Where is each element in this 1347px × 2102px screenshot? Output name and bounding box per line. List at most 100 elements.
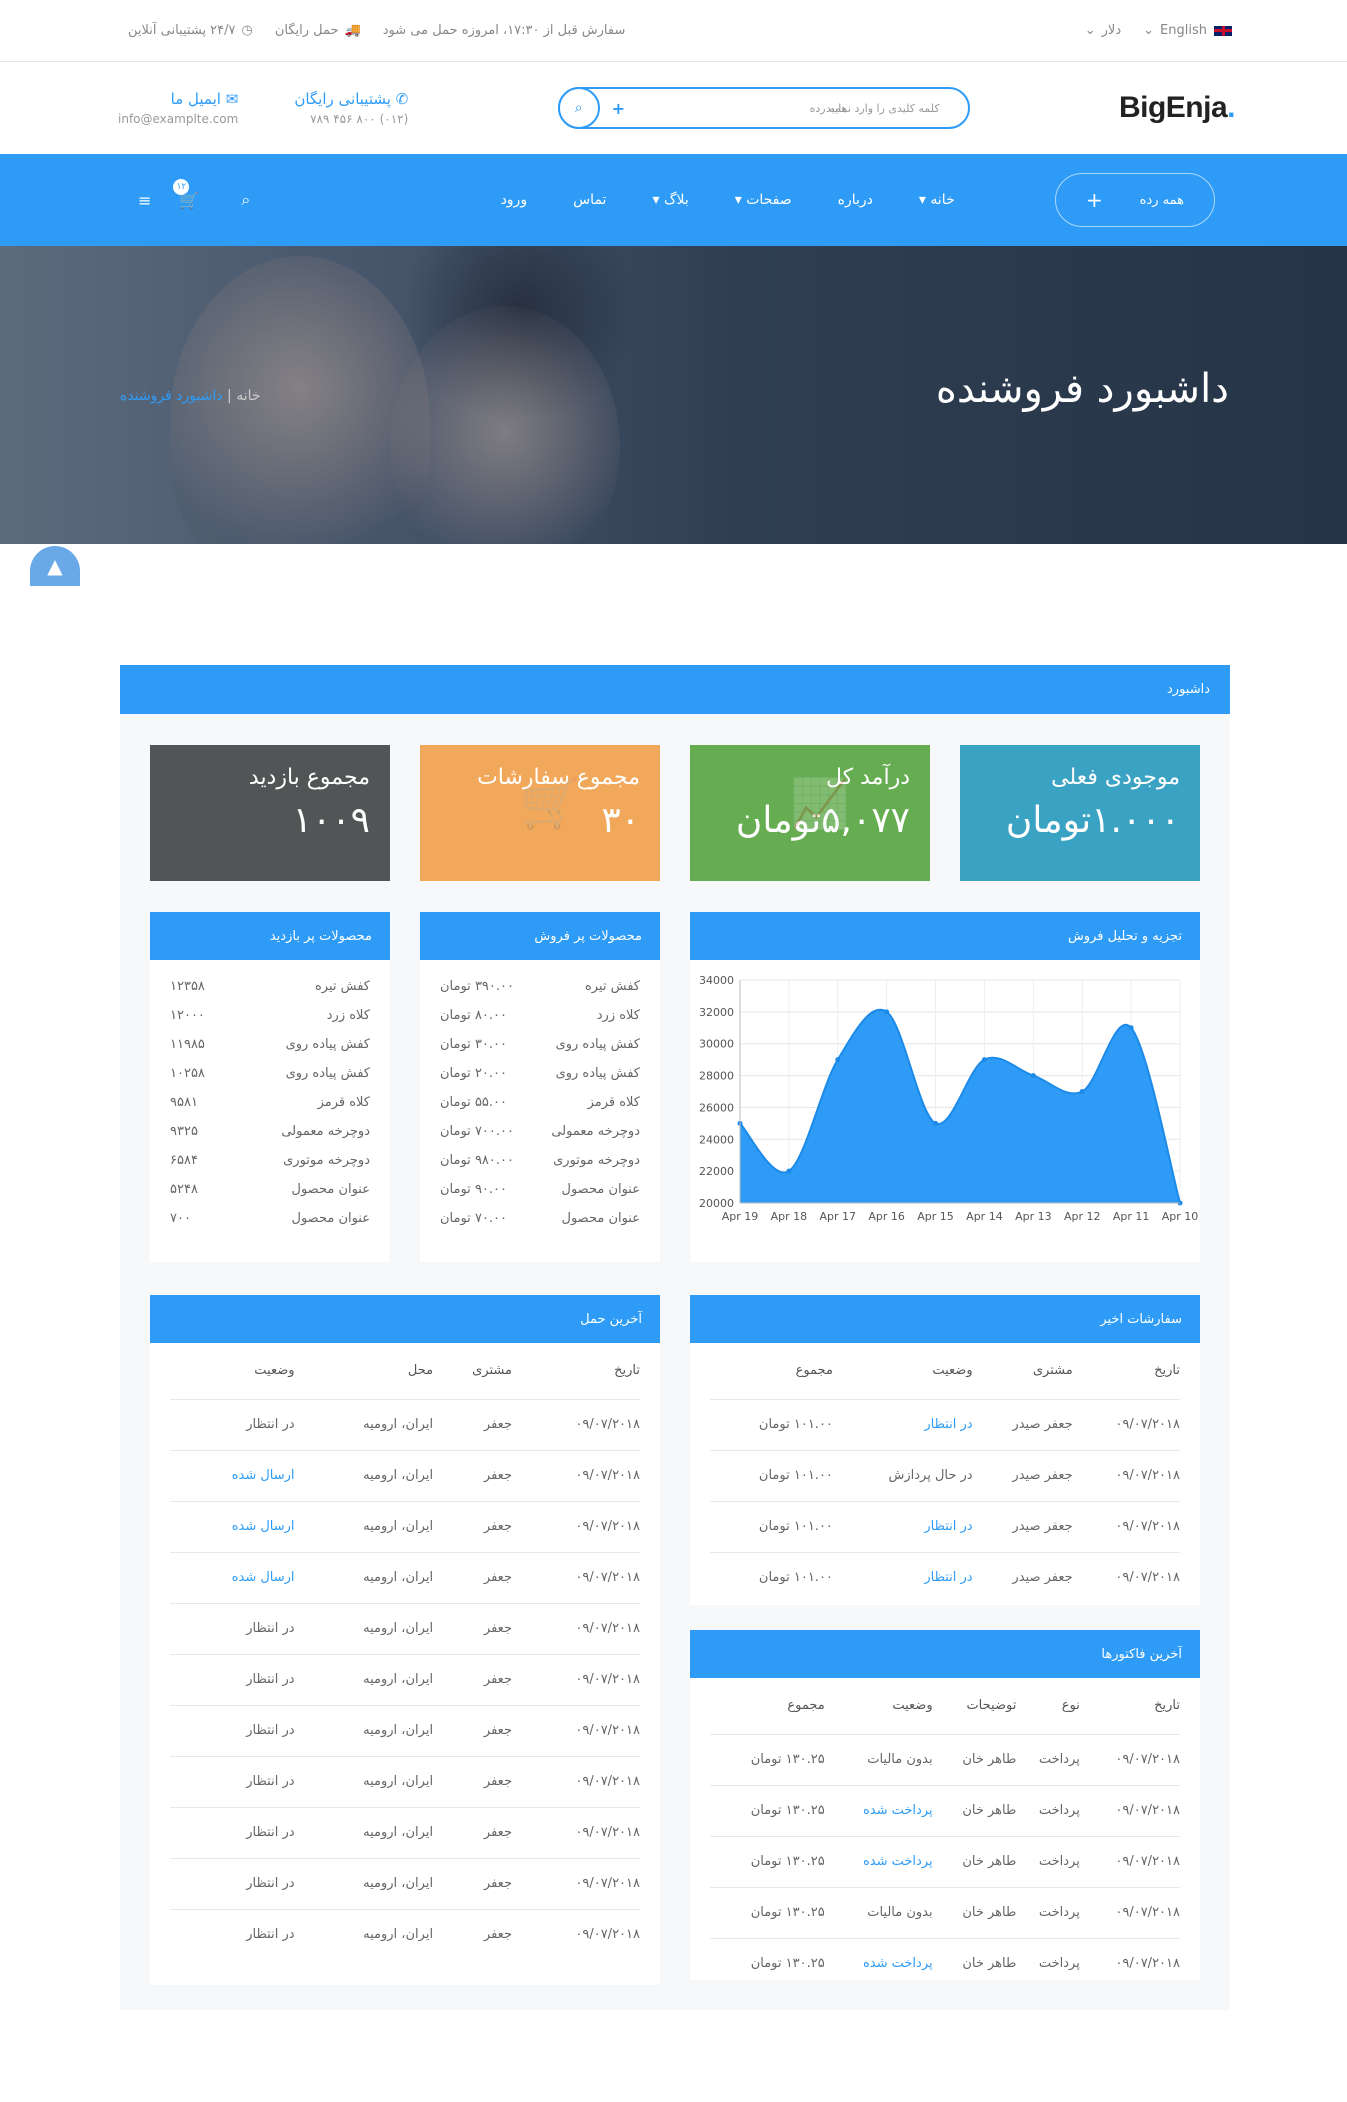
rocket-icon[interactable]: ▲ bbox=[30, 546, 80, 586]
list-item[interactable]: کفش پیاده روی ۱۰۲۵۸ bbox=[170, 1059, 370, 1088]
all-categories-button[interactable]: همه رده + bbox=[1055, 173, 1215, 227]
table-cell: ۱۳۰.۲۵ تومان bbox=[710, 1835, 825, 1887]
product-value: ۵۲۴۸ bbox=[170, 1182, 198, 1197]
status-cell[interactable]: ارسال شده bbox=[170, 1551, 295, 1603]
table-cell: جعفر bbox=[433, 1806, 512, 1858]
currency-selector[interactable]: ⌄ دلار bbox=[1085, 23, 1121, 38]
table-cell: ۰۹/۰۷/۲۰۱۸ bbox=[1079, 1886, 1180, 1938]
search-bar[interactable]: کلمه کلیدی را وارد نمایید همه رده + ⌕ bbox=[557, 87, 970, 129]
table-row[interactable]: ۰۹/۰۷/۲۰۱۸ جعفر ایران، ارومیه در انتظار bbox=[170, 1704, 640, 1756]
cart-icon[interactable]: 🛒 ۱۲ bbox=[173, 178, 199, 210]
table-cell: ایران، ارومیه bbox=[294, 1398, 434, 1450]
list-item[interactable]: عنوان محصول ۹۰.۰۰ تومان bbox=[440, 1175, 640, 1204]
table-row[interactable]: ۰۹/۰۷/۲۰۱۸ جعفر ایران، ارومیه در انتظار bbox=[170, 1908, 640, 1960]
status-cell[interactable]: ارسال شده bbox=[170, 1500, 295, 1552]
table-cell: ۱۳۰.۲۵ تومان bbox=[710, 1784, 825, 1836]
nav-item-about[interactable]: درباره bbox=[838, 192, 873, 208]
column-header: وضعیت bbox=[254, 1363, 295, 1379]
list-item[interactable]: کفش پیاده روی ۳۰.۰۰ تومان bbox=[440, 1030, 640, 1059]
table-row[interactable]: ۰۹/۰۷/۲۰۱۸ جعفر ایران، ارومیه در انتظار bbox=[170, 1755, 640, 1807]
nav-item-login[interactable]: ورود bbox=[501, 192, 528, 208]
list-item[interactable]: کلاه زرد ۸۰.۰۰ تومان bbox=[440, 1001, 640, 1030]
search-icon[interactable]: ⌕ bbox=[557, 87, 600, 129]
product-name: کفش تیره bbox=[585, 979, 640, 994]
status-cell[interactable]: در انتظار bbox=[832, 1500, 973, 1552]
status-cell[interactable]: پرداخت شده bbox=[824, 1784, 933, 1836]
status-cell[interactable]: ارسال شده bbox=[170, 1449, 295, 1501]
table-cell: ایران، ارومیه bbox=[294, 1500, 434, 1552]
table-cell: ۰۹/۰۷/۲۰۱۸ bbox=[511, 1500, 640, 1552]
table-row[interactable]: ۰۹/۰۷/۲۰۱۸ جعفر ایران، ارومیه در انتظار bbox=[170, 1857, 640, 1909]
table-row[interactable]: ۰۹/۰۷/۲۰۱۸ پرداخت طاهر خان پرداخت شده ۱۳۰.۲۵… bbox=[710, 1835, 1180, 1887]
list-item[interactable]: دوچرخه موتوری ۹۸۰.۰۰ تومان bbox=[440, 1146, 640, 1175]
table-row[interactable]: ۰۹/۰۷/۲۰۱۸ جعفر صیدر در انتظار ۱۰۱.۰۰ تومان bbox=[710, 1500, 1180, 1552]
nav-item-pages[interactable]: صفحات ▾ bbox=[735, 192, 792, 208]
table-row[interactable]: ۰۹/۰۷/۲۰۱۸ پرداخت طاهر خان بدون مالیات ۱۳۰.۲… bbox=[710, 1733, 1180, 1785]
list-item[interactable]: کفش پیاده روی ۱۱۹۸۵ bbox=[170, 1030, 370, 1059]
table-row[interactable]: ۰۹/۰۷/۲۰۱۸ جعفر ایران، ارومیه در انتظار bbox=[170, 1602, 640, 1654]
table-row[interactable]: ۰۹/۰۷/۲۰۱۸ جعفر صیدر در انتظار ۱۰۱.۰۰ تومان bbox=[710, 1551, 1180, 1603]
hamburger-menu-icon[interactable]: ≡ bbox=[138, 191, 151, 210]
status-cell[interactable]: در انتظار bbox=[832, 1551, 973, 1603]
list-item[interactable]: کلاه زرد ۱۲۰۰۰ bbox=[170, 1001, 370, 1030]
nav-item-contact[interactable]: تماس bbox=[573, 192, 606, 208]
top-bar-info: سفارش قبل از ۱۷:۳۰، امروزه حمل می شود 🚚 … bbox=[128, 23, 625, 38]
status-cell: در انتظار bbox=[170, 1704, 295, 1756]
table-row[interactable]: ۰۹/۰۷/۲۰۱۸ پرداخت طاهر خان بدون مالیات ۱۳۰.۲… bbox=[710, 1886, 1180, 1938]
hero-banner: داشبورد فروشنده خانه | داشبورد فروشنده bbox=[0, 246, 1347, 544]
status-cell[interactable]: در انتظار bbox=[832, 1398, 973, 1450]
stats-row: موجودی فعلی ۱.۰۰۰تومان 📈 درآمد کل ۵,۰۷۷ت… bbox=[150, 745, 1200, 881]
list-item[interactable]: کفش پیاده روی ۲۰.۰۰ تومان bbox=[440, 1059, 640, 1088]
product-name: عنوان محصول bbox=[561, 1182, 640, 1197]
search-category[interactable]: همه رده bbox=[810, 102, 848, 115]
search-icon[interactable]: ⌕ bbox=[241, 190, 250, 210]
product-value: ۸۰.۰۰ تومان bbox=[440, 1008, 507, 1023]
product-name: دوچرخه معمولی bbox=[281, 1124, 370, 1139]
table-row[interactable]: ۰۹/۰۷/۲۰۱۸ جعفر ایران، ارومیه ارسال شده bbox=[170, 1449, 640, 1501]
cart-icon: 🛒 bbox=[520, 776, 580, 832]
list-item[interactable]: دوچرخه معمولی ۹۳۲۵ bbox=[170, 1117, 370, 1146]
list-item[interactable]: دوچرخه معمولی ۷۰۰.۰۰ تومان bbox=[440, 1117, 640, 1146]
table-row[interactable]: ۰۹/۰۷/۲۰۱۸ جعفر ایران، ارومیه ارسال شده bbox=[170, 1551, 640, 1603]
column-header: وضعیت bbox=[892, 1698, 933, 1714]
dashboard-header: داشبورد bbox=[120, 665, 1230, 714]
table-row[interactable]: ۰۹/۰۷/۲۰۱۸ پرداخت طاهر خان پرداخت شده ۱۳۰.۲۵… bbox=[710, 1784, 1180, 1836]
status-cell[interactable]: پرداخت شده bbox=[824, 1937, 933, 1989]
product-name: کلاه زرد bbox=[326, 1008, 370, 1023]
table-row[interactable]: ۰۹/۰۷/۲۰۱۸ پرداخت طاهر خان پرداخت شده ۱۳۰.۲۵… bbox=[710, 1937, 1180, 1989]
list-item[interactable]: عنوان محصول ۷۰۰ bbox=[170, 1204, 370, 1233]
table-row[interactable]: ۰۹/۰۷/۲۰۱۸ جعفر صیدر در انتظار ۱۰۱.۰۰ تومان bbox=[710, 1398, 1180, 1450]
table-row[interactable]: ۰۹/۰۷/۲۰۱۸ جعفر ایران، ارومیه ارسال شده bbox=[170, 1500, 640, 1552]
list-item[interactable]: کلاه قرمز ۹۵۸۱ bbox=[170, 1088, 370, 1117]
plus-icon[interactable]: + bbox=[612, 99, 625, 118]
list-item[interactable]: دوچرخه موتوری ۶۵۸۴ bbox=[170, 1146, 370, 1175]
list-item[interactable]: عنوان محصول ۵۲۴۸ bbox=[170, 1175, 370, 1204]
table-cell: ۰۹/۰۷/۲۰۱۸ bbox=[511, 1704, 640, 1756]
product-name: دوچرخه موتوری bbox=[553, 1153, 640, 1168]
email-value[interactable]: info@examplte.com bbox=[118, 112, 238, 126]
breadcrumb-home[interactable]: خانه bbox=[236, 388, 260, 404]
list-item[interactable]: کفش تیره ۱۲۳۵۸ bbox=[170, 972, 370, 1001]
table-row[interactable]: ۰۹/۰۷/۲۰۱۸ جعفر صیدر در حال پردازش ۱۰۱.۰۰ ت… bbox=[710, 1449, 1180, 1501]
invoices-table: تاریخ نوع توضیحات وضعیت مجموع ۰۹/۰۷/۲۰۱۸ پرداخ… bbox=[710, 1678, 1180, 1989]
support-phone: (۰۱۲) ۸۰۰ ۴۵۶ ۷۸۹ bbox=[310, 112, 409, 126]
list-item[interactable]: عنوان محصول ۷۰.۰۰ تومان bbox=[440, 1204, 640, 1233]
table-header-row: تاریخ مشتری وضعیت مجموع bbox=[710, 1343, 1180, 1399]
table-cell: ۱۳۰.۲۵ تومان bbox=[710, 1733, 825, 1785]
logo[interactable]: BigEnja. bbox=[1119, 91, 1236, 125]
nav-item-blog[interactable]: بلاگ ▾ bbox=[652, 192, 688, 208]
x-tick-label: Apr 14 bbox=[966, 1210, 1003, 1223]
nav-item-home[interactable]: خانه ▾ bbox=[919, 192, 955, 208]
list-item[interactable]: کفش تیره ۳۹۰.۰۰ تومان bbox=[440, 972, 640, 1001]
y-tick-label: 24000 bbox=[699, 1133, 734, 1146]
column-header: تاریخ bbox=[1154, 1363, 1180, 1379]
product-value: ۱۱۹۸۵ bbox=[170, 1037, 205, 1052]
table-row[interactable]: ۰۹/۰۷/۲۰۱۸ جعفر ایران، ارومیه در انتظار bbox=[170, 1653, 640, 1705]
list-item[interactable]: کلاه قرمز ۵۵.۰۰ تومان bbox=[440, 1088, 640, 1117]
online-support-label: ۲۴/۷ پشتیبانی آنلاین bbox=[128, 23, 236, 38]
status-cell[interactable]: پرداخت شده bbox=[824, 1835, 933, 1887]
language-selector[interactable]: ⌄ English bbox=[1143, 23, 1233, 38]
table-row[interactable]: ۰۹/۰۷/۲۰۱۸ جعفر ایران، ارومیه در انتظار bbox=[170, 1806, 640, 1858]
table-row[interactable]: ۰۹/۰۷/۲۰۱۸ جعفر ایران، ارومیه در انتظار bbox=[170, 1398, 640, 1450]
table-cell: ۰۹/۰۷/۲۰۱۸ bbox=[511, 1602, 640, 1654]
